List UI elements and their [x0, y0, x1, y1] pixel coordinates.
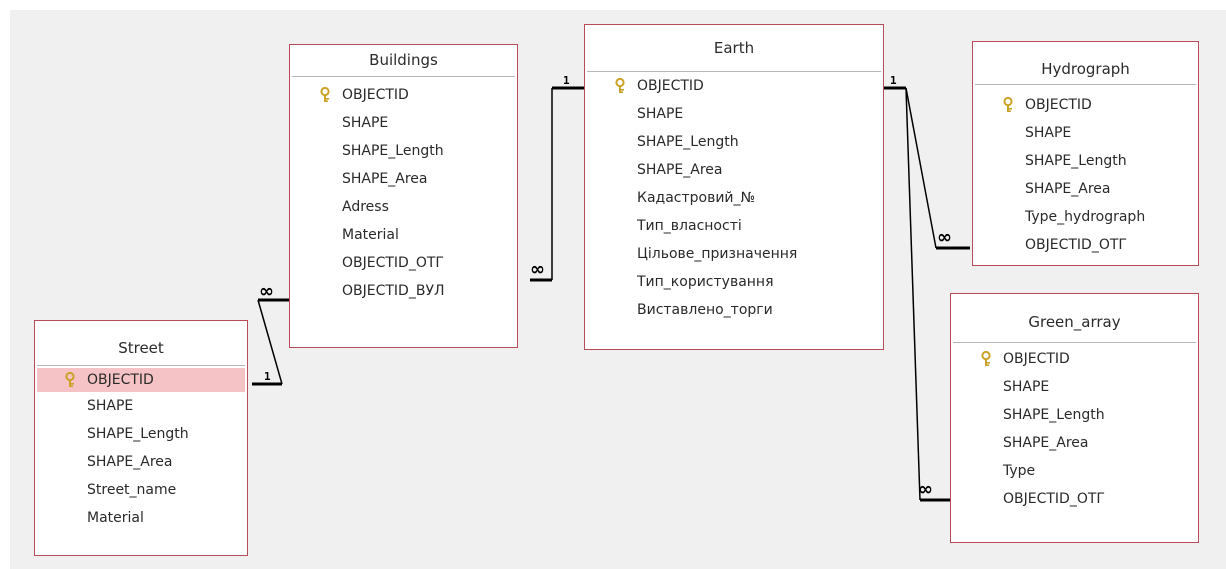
key-icon: [320, 87, 330, 102]
field-material[interactable]: Material: [290, 221, 517, 249]
relationship-earth-green-array[interactable]: [905, 87, 950, 502]
key-icon: [65, 372, 75, 387]
table-title[interactable]: Street: [37, 321, 245, 366]
relationship-earth-hydrograph[interactable]: [884, 86, 970, 250]
field-objectid-otg[interactable]: OBJECTID_OTГ: [290, 249, 517, 277]
field-shape-area[interactable]: SHAPE_Area: [290, 165, 517, 193]
key-icon: [981, 351, 991, 366]
field-type-hydrograph[interactable]: Type_hydrograph: [973, 203, 1198, 231]
one-label-buildings-earth: 1: [563, 74, 570, 87]
relationship-buildings-earth[interactable]: [530, 86, 584, 282]
field-shape-length[interactable]: SHAPE_Length: [35, 420, 247, 448]
table-title[interactable]: Buildings: [292, 45, 515, 77]
field-shape-area[interactable]: SHAPE_Area: [973, 175, 1198, 203]
field-shape-length[interactable]: SHAPE_Length: [290, 137, 517, 165]
field-cadastral-number[interactable]: Кадастровий_№: [585, 184, 883, 212]
field-shape-area[interactable]: SHAPE_Area: [35, 448, 247, 476]
field-street-name[interactable]: Street_name: [35, 476, 247, 504]
field-list: OBJECTID SHAPE SHAPE_Length SHAPE_Area К…: [585, 72, 883, 324]
field-objectid-otg[interactable]: OBJECTID_OTГ: [951, 485, 1198, 513]
field-shape-area[interactable]: SHAPE_Area: [585, 156, 883, 184]
field-shape-length[interactable]: SHAPE_Length: [951, 401, 1198, 429]
field-label: OBJECTID: [87, 372, 154, 388]
field-list: OBJECTID SHAPE SHAPE_Length SHAPE_Area T…: [973, 85, 1198, 259]
table-hydrograph[interactable]: Hydrograph OBJECTID SHAPE SHAPE_Length S…: [972, 41, 1199, 266]
field-objectid[interactable]: OBJECTID: [951, 345, 1198, 373]
field-adress[interactable]: Adress: [290, 193, 517, 221]
field-list: OBJECTID SHAPE SHAPE_Length SHAPE_Area S…: [35, 366, 247, 532]
field-objectid[interactable]: OBJECTID: [290, 81, 517, 109]
field-shape[interactable]: SHAPE: [290, 109, 517, 137]
field-purpose[interactable]: Цільове_призначення: [585, 240, 883, 268]
field-list: OBJECTID SHAPE SHAPE_Length SHAPE_Area A…: [290, 77, 517, 305]
field-usage-type[interactable]: Тип_користування: [585, 268, 883, 296]
table-title[interactable]: Earth: [587, 25, 881, 72]
many-label-earth-hydrograph: ∞: [937, 227, 952, 248]
field-list: OBJECTID SHAPE SHAPE_Length SHAPE_Area T…: [951, 343, 1198, 513]
table-title[interactable]: Hydrograph: [975, 42, 1196, 85]
relationship-street-buildings[interactable]: [252, 298, 290, 386]
field-objectid[interactable]: OBJECTID: [37, 368, 245, 392]
field-shape[interactable]: SHAPE: [973, 119, 1198, 147]
field-shape-length[interactable]: SHAPE_Length: [973, 147, 1198, 175]
field-objectid[interactable]: OBJECTID: [973, 91, 1198, 119]
field-objectid[interactable]: OBJECTID: [585, 72, 883, 100]
table-earth[interactable]: Earth OBJECTID SHAPE SHAPE_Length SHAPE_…: [584, 24, 884, 350]
field-label: OBJECTID: [637, 78, 704, 94]
table-green-array[interactable]: Green_array OBJECTID SHAPE SHAPE_Length …: [950, 293, 1199, 543]
one-label-earth: 1: [890, 74, 897, 87]
table-buildings[interactable]: Buildings OBJECTID SHAPE SHAPE_Length SH…: [289, 44, 518, 348]
field-shape-length[interactable]: SHAPE_Length: [585, 128, 883, 156]
field-type[interactable]: Type: [951, 457, 1198, 485]
field-shape-area[interactable]: SHAPE_Area: [951, 429, 1198, 457]
field-shape[interactable]: SHAPE: [35, 392, 247, 420]
field-ownership-type[interactable]: Тип_власності: [585, 212, 883, 240]
field-objectid-vul[interactable]: OBJECTID_ВУЛ: [290, 277, 517, 305]
table-street[interactable]: Street OBJECTID SHAPE SHAPE_Length SHAPE…: [34, 320, 248, 556]
field-shape[interactable]: SHAPE: [585, 100, 883, 128]
many-label-buildings-earth: ∞: [530, 259, 545, 280]
key-icon: [1003, 97, 1013, 112]
field-objectid-otg[interactable]: OBJECTID_OTГ: [973, 231, 1198, 259]
field-label: OBJECTID: [1003, 351, 1070, 367]
key-icon: [615, 78, 625, 93]
field-shape[interactable]: SHAPE: [951, 373, 1198, 401]
field-label: OBJECTID: [342, 87, 409, 103]
many-label-earth-green-array: ∞: [918, 479, 933, 500]
field-material[interactable]: Material: [35, 504, 247, 532]
many-label-street-buildings: ∞: [259, 281, 274, 302]
field-for-auction[interactable]: Виставлено_торги: [585, 296, 883, 324]
field-label: OBJECTID: [1025, 97, 1092, 113]
one-label-street-buildings: 1: [264, 370, 271, 383]
table-title[interactable]: Green_array: [953, 294, 1196, 343]
